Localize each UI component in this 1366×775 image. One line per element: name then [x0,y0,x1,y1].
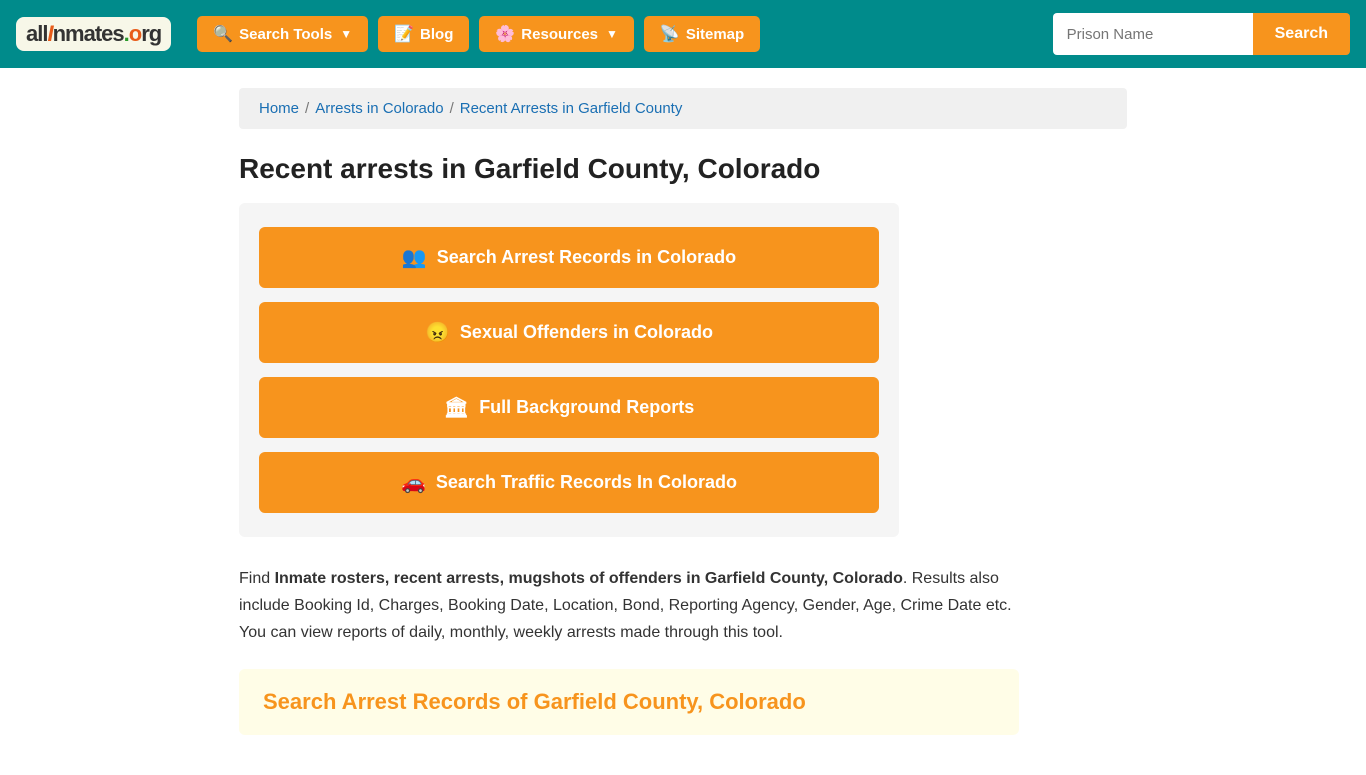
nav-search-wrap: Search [1053,13,1350,55]
prison-name-input[interactable] [1053,13,1253,55]
sitemap-icon: 📡 [660,24,680,44]
sitemap-label: Sitemap [686,26,744,43]
people-icon: 👥 [402,245,427,270]
search-arrest-records-label: Search Arrest Records in Colorado [437,247,736,268]
sexual-offenders-button[interactable]: 😠 Sexual Offenders in Colorado [259,302,879,363]
blog-icon: 📝 [394,24,414,44]
nav-search-button-label: Search [1275,25,1328,42]
page-description: Find Inmate rosters, recent arrests, mug… [239,565,1019,647]
breadcrumb-sep-1: / [305,100,309,117]
resources-arrow-icon: ▼ [606,27,618,41]
arrest-search-section: Search Arrest Records of Garfield County… [239,669,1019,735]
resources-label: Resources [521,26,598,43]
action-button-panel: 👥 Search Arrest Records in Colorado 😠 Se… [239,203,899,537]
search-arrest-records-button[interactable]: 👥 Search Arrest Records in Colorado [259,227,879,288]
search-tools-label: Search Tools [239,26,332,43]
full-background-reports-button[interactable]: 🏛 Full Background Reports [259,377,879,438]
main-content: Home / Arrests in Colorado / Recent Arre… [223,68,1143,775]
car-icon: 🚗 [401,470,426,495]
logo-text: allInmates.org [26,21,161,47]
sexual-offenders-label: Sexual Offenders in Colorado [460,322,713,343]
logo[interactable]: allInmates.org [16,17,171,51]
breadcrumb: Home / Arrests in Colorado / Recent Arre… [239,88,1127,129]
sitemap-button[interactable]: 📡 Sitemap [644,16,760,52]
blog-button[interactable]: 📝 Blog [378,16,469,52]
breadcrumb-home[interactable]: Home [259,100,299,117]
breadcrumb-current: Recent Arrests in Garfield County [460,100,683,117]
search-traffic-records-label: Search Traffic Records In Colorado [436,472,737,493]
nav-search-button[interactable]: Search [1253,13,1350,55]
page-title: Recent arrests in Garfield County, Color… [239,153,1127,185]
search-tools-arrow-icon: ▼ [340,27,352,41]
search-tools-icon: 🔍 [213,24,233,44]
breadcrumb-arrests-colorado[interactable]: Arrests in Colorado [315,100,443,117]
blog-label: Blog [420,26,453,43]
breadcrumb-sep-2: / [450,100,454,117]
arrest-search-title: Search Arrest Records of Garfield County… [263,689,995,715]
offender-icon: 😠 [425,320,450,345]
search-traffic-records-button[interactable]: 🚗 Search Traffic Records In Colorado [259,452,879,513]
full-background-reports-label: Full Background Reports [479,397,694,418]
resources-button[interactable]: 🌸 Resources ▼ [479,16,634,52]
resources-icon: 🌸 [495,24,515,44]
building-icon: 🏛 [444,395,469,420]
description-bold: Inmate rosters, recent arrests, mugshots… [275,570,903,587]
navbar: allInmates.org 🔍 Search Tools ▼ 📝 Blog 🌸… [0,0,1366,68]
search-tools-button[interactable]: 🔍 Search Tools ▼ [197,16,368,52]
